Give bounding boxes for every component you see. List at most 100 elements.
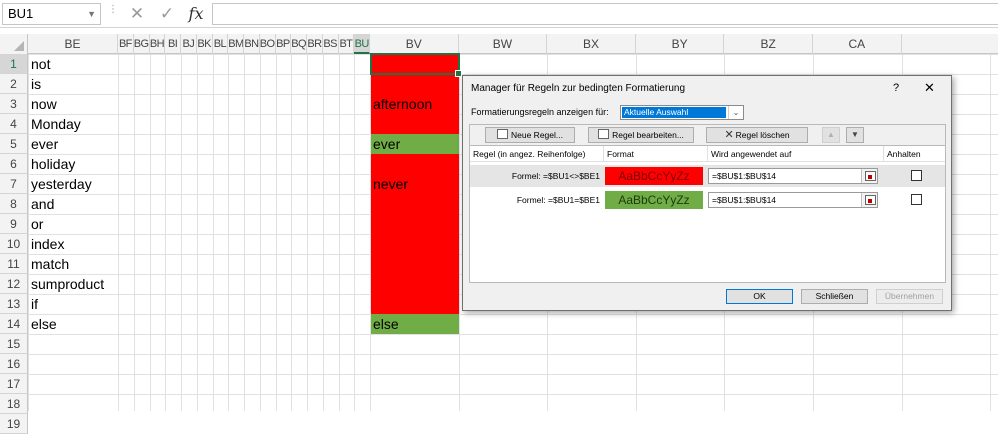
show-rules-select[interactable]: Aktuelle Auswahl ⌄ <box>620 105 744 120</box>
chevron-down-icon[interactable]: ⌄ <box>728 106 743 119</box>
row-header-12[interactable]: 12 <box>0 274 28 294</box>
column-header-bk[interactable]: BK <box>197 34 213 54</box>
format-preview: AaBbCcYyZz <box>605 191 703 209</box>
column-header-bg[interactable]: BG <box>134 34 150 54</box>
row-header-9[interactable]: 9 <box>0 214 28 234</box>
cell-be14[interactable]: else <box>28 314 57 334</box>
column-header-bt[interactable]: BT <box>339 34 355 54</box>
column-header-bz[interactable]: BZ <box>724 34 813 54</box>
cell-be10[interactable]: index <box>28 234 64 254</box>
column-header-bj[interactable]: BJ <box>181 34 197 54</box>
row-header-17[interactable]: 17 <box>0 374 28 394</box>
column-gridline <box>118 54 119 411</box>
cell-bu7[interactable]: never <box>370 174 408 194</box>
column-header-bh[interactable]: BH <box>150 34 166 54</box>
move-up-button[interactable]: ▲ <box>822 127 840 143</box>
column-header-bl[interactable]: BL <box>213 34 229 54</box>
row-header-10[interactable]: 10 <box>0 234 28 254</box>
select-all-button[interactable] <box>0 34 28 54</box>
edit-rule-button[interactable]: Regel bearbeiten... <box>588 127 694 143</box>
row-header-2[interactable]: 2 <box>0 74 28 94</box>
formula-bar: BU1 ▼ ⋮ ✕ ✓ fx <box>0 0 998 28</box>
name-box[interactable]: BU1 ▼ <box>2 3 101 25</box>
column-header-be[interactable]: BE <box>28 34 118 54</box>
new-rule-button[interactable]: Neue Regel... <box>485 127 575 143</box>
chevron-down-icon[interactable]: ▼ <box>87 4 96 24</box>
column-gridline <box>133 54 135 411</box>
help-button[interactable]: ? <box>893 82 899 94</box>
row-header-11[interactable]: 11 <box>0 254 28 274</box>
column-header-by[interactable]: BY <box>636 34 725 54</box>
row-header-7[interactable]: 7 <box>0 174 28 194</box>
rule-row[interactable]: Formel: =$BU1=$BE1 AaBbCcYyZz =$BU$1:$BU… <box>470 189 945 211</box>
rule-condition: Formel: =$BU1<>$BE1 <box>511 171 600 181</box>
row-header-8[interactable]: 8 <box>0 194 28 214</box>
column-header-bw[interactable]: BW <box>459 34 548 54</box>
cell-be8[interactable]: and <box>28 194 54 214</box>
column-header-bm[interactable]: BM <box>228 34 244 54</box>
delete-rule-button[interactable]: ✕ Regel löschen <box>706 127 808 143</box>
column-header-bq[interactable]: BQ <box>291 34 307 54</box>
cell-be9[interactable]: or <box>28 214 43 234</box>
column-header-br[interactable]: BR <box>307 34 323 54</box>
column-header-ca[interactable]: CA <box>813 34 902 54</box>
column-header-bn[interactable]: BN <box>244 34 260 54</box>
applies-to-column-header: Wird angewendet auf <box>708 146 884 162</box>
active-cell-outline[interactable] <box>370 53 462 77</box>
column-gridline <box>322 54 324 411</box>
column-header-bs[interactable]: BS <box>323 34 339 54</box>
cell-be7[interactable]: yesterday <box>28 174 92 194</box>
cell-be4[interactable]: Monday <box>28 114 81 134</box>
row-header-16[interactable]: 16 <box>0 354 28 374</box>
column-header-bo[interactable]: BO <box>260 34 276 54</box>
cell-bu14[interactable]: else <box>370 314 399 334</box>
enter-icon[interactable]: ✓ <box>155 3 179 25</box>
cell-be6[interactable]: holiday <box>28 154 75 174</box>
column-header-bi[interactable]: BI <box>165 34 181 54</box>
close-icon[interactable]: ✕ <box>924 80 935 96</box>
row-header-3[interactable]: 3 <box>0 94 28 114</box>
name-box-value: BU1 <box>8 6 34 21</box>
column-header-bp[interactable]: BP <box>276 34 292 54</box>
move-down-button[interactable]: ▼ <box>846 127 864 143</box>
range-picker-icon[interactable] <box>861 169 877 183</box>
insert-function-icon[interactable]: fx <box>184 3 208 25</box>
stop-if-true-checkbox[interactable] <box>911 170 922 181</box>
cell-be3[interactable]: now <box>28 94 57 114</box>
row-header-1[interactable]: 1 <box>0 54 28 74</box>
close-button[interactable]: Schließen <box>801 289 868 304</box>
range-picker-icon[interactable] <box>861 193 877 207</box>
column-header-bv[interactable]: BV <box>370 34 459 54</box>
ok-button[interactable]: OK <box>726 289 793 304</box>
column-gridline <box>212 54 214 411</box>
column-gridline <box>228 54 230 411</box>
rule-row[interactable]: Formel: =$BU1<>$BE1 AaBbCcYyZz =$BU$1:$B… <box>470 165 945 187</box>
cell-be13[interactable]: if <box>28 294 38 314</box>
applies-to-field[interactable]: =$BU$1:$BU$14 <box>708 168 878 184</box>
edit-rule-icon <box>598 129 610 139</box>
column-header-bf[interactable]: BF <box>118 34 134 54</box>
cell-be5[interactable]: ever <box>28 134 58 154</box>
column-header-bu[interactable]: BU <box>354 34 370 54</box>
column-header-bx[interactable]: BX <box>547 34 636 54</box>
formula-input[interactable] <box>212 3 998 25</box>
applies-to-field[interactable]: =$BU$1:$BU$14 <box>708 192 878 208</box>
row-header-18[interactable]: 18 <box>0 394 28 414</box>
cell-bu5[interactable]: ever <box>370 134 400 154</box>
cell-be1[interactable]: not <box>28 54 50 74</box>
cell-be11[interactable]: match <box>28 254 69 274</box>
row-header-19[interactable]: 19 <box>0 414 28 434</box>
row-header-14[interactable]: 14 <box>0 314 28 334</box>
stop-if-true-checkbox[interactable] <box>911 194 922 205</box>
apply-button[interactable]: Übernehmen <box>876 289 943 304</box>
row-header-4[interactable]: 4 <box>0 114 28 134</box>
cell-bu3[interactable]: afternoon <box>370 94 432 114</box>
row-header-15[interactable]: 15 <box>0 334 28 354</box>
cell-be12[interactable]: sumproduct <box>28 274 104 294</box>
grip-icon[interactable]: ⋮ <box>108 5 118 21</box>
row-header-13[interactable]: 13 <box>0 294 28 314</box>
row-header-5[interactable]: 5 <box>0 134 28 154</box>
row-header-6[interactable]: 6 <box>0 154 28 174</box>
cell-be2[interactable]: is <box>28 74 41 94</box>
cancel-icon[interactable]: ✕ <box>125 3 149 25</box>
